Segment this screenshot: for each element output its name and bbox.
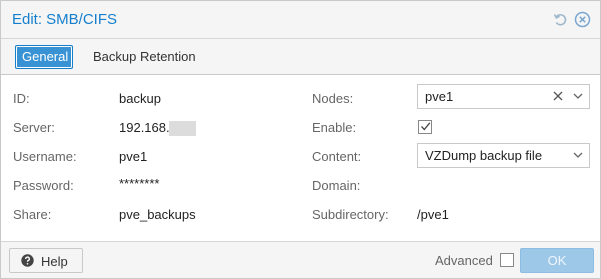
- id-value: backup: [119, 91, 161, 106]
- password-value: ********: [119, 176, 160, 191]
- share-value: pve_backups: [119, 207, 196, 222]
- username-value: pve1: [119, 149, 148, 164]
- help-button-label: Help: [41, 254, 68, 269]
- tab-backup-retention[interactable]: Backup Retention: [86, 45, 203, 69]
- domain-label: Domain:: [312, 178, 361, 193]
- chevron-down-icon[interactable]: [571, 148, 585, 162]
- general-form: ID: backup Server: 192.168. Username: pv…: [1, 76, 600, 241]
- close-icon[interactable]: [574, 11, 591, 28]
- dialog-footer: Help Advanced OK: [1, 241, 600, 278]
- password-label: Password:: [13, 178, 74, 193]
- help-button[interactable]: Help: [9, 248, 83, 273]
- nodes-select-value: pve1: [425, 89, 454, 104]
- content-select[interactable]: VZDump backup file: [417, 143, 590, 168]
- question-circle-icon: [21, 254, 34, 267]
- reset-icon[interactable]: [552, 11, 569, 28]
- server-label: Server:: [13, 120, 55, 135]
- enable-checkbox[interactable]: [418, 120, 432, 134]
- advanced-checkbox[interactable]: [500, 253, 514, 267]
- content-label: Content:: [312, 149, 362, 164]
- nodes-select[interactable]: pve1: [417, 84, 590, 109]
- tab-general[interactable]: General: [15, 45, 73, 69]
- id-label: ID:: [13, 91, 30, 106]
- server-value: 192.168.: [119, 120, 170, 135]
- subdirectory-label: Subdirectory:: [312, 207, 389, 222]
- clear-icon[interactable]: [551, 89, 565, 103]
- share-label: Share:: [13, 207, 52, 222]
- edit-storage-dialog: Edit: SMB/CIFS General Backup Retention …: [0, 0, 601, 279]
- content-select-value: VZDump backup file: [425, 148, 543, 163]
- ok-button[interactable]: OK: [520, 248, 594, 273]
- nodes-label: Nodes:: [312, 91, 354, 106]
- chevron-down-icon[interactable]: [571, 89, 585, 103]
- dialog-title: Edit: SMB/CIFS: [12, 11, 118, 28]
- advanced-label: Advanced: [435, 253, 493, 268]
- tab-bar: General Backup Retention: [1, 39, 600, 75]
- dialog-titlebar: Edit: SMB/CIFS: [1, 1, 600, 39]
- username-label: Username:: [13, 149, 77, 164]
- enable-label: Enable:: [312, 120, 357, 135]
- redacted-mask: [169, 121, 196, 136]
- subdirectory-value: /pve1: [417, 207, 449, 222]
